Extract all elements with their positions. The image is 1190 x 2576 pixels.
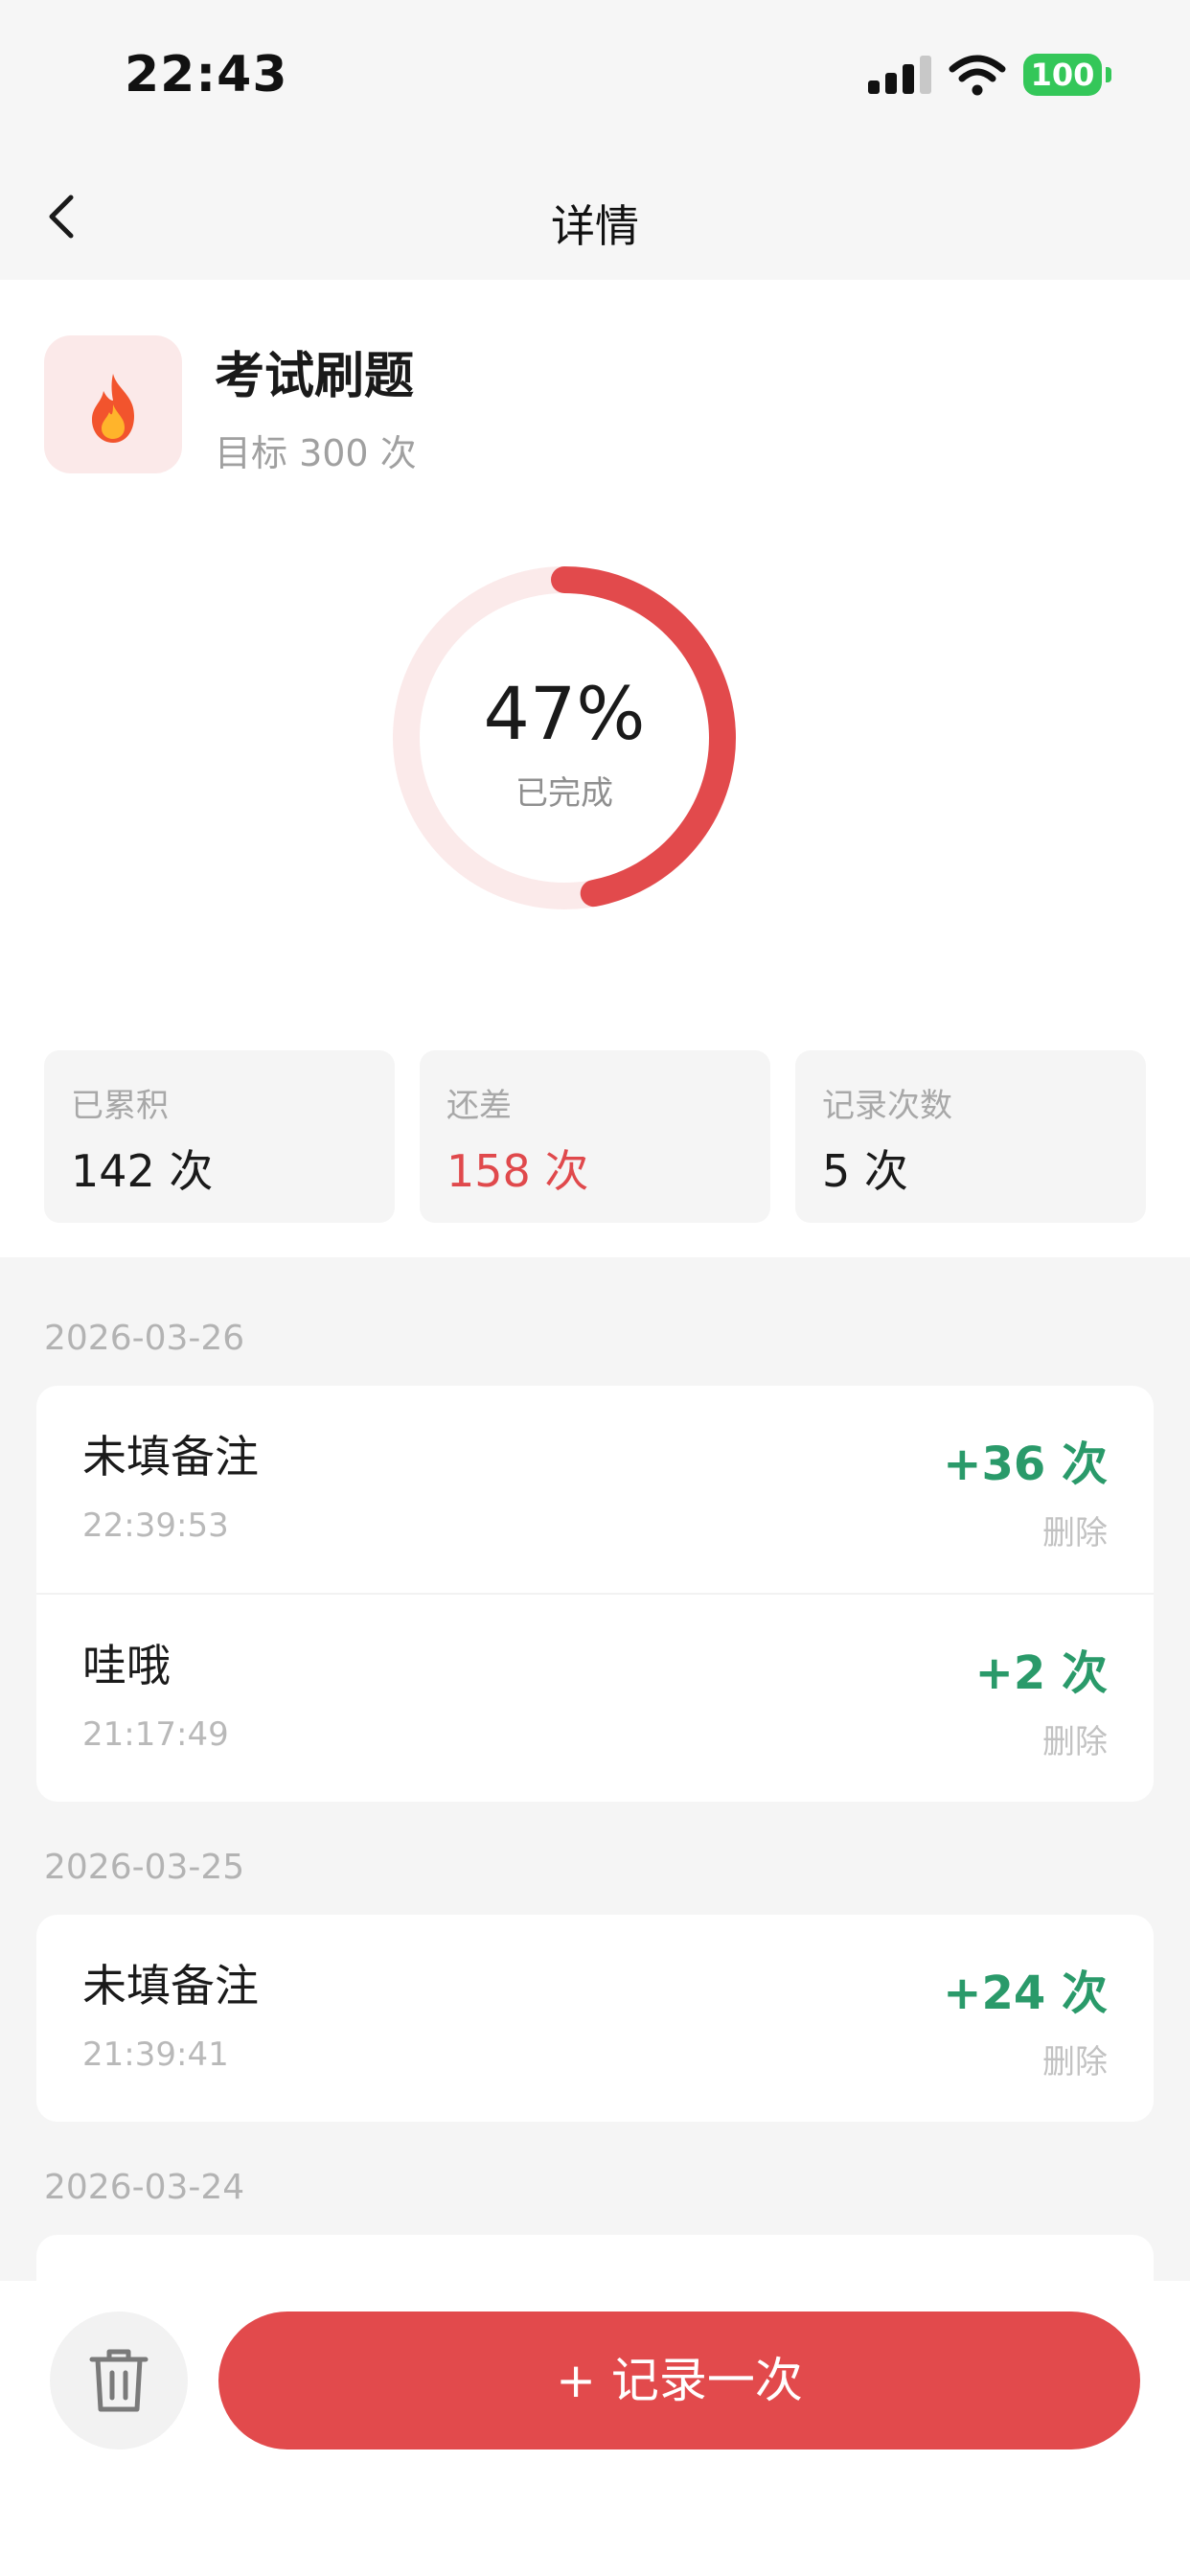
battery-icon: 100 xyxy=(1023,54,1111,96)
bottom-action-bar: + 记录一次 xyxy=(0,2281,1190,2576)
delete-button[interactable]: 删除 xyxy=(1042,2036,1108,2082)
page-title: 详情 xyxy=(551,200,639,252)
habit-summary: 考试刷题 目标 300 次 47% 已完成 已累积 142 次 还差 158 次… xyxy=(0,280,1190,1257)
stat-label: 记录次数 xyxy=(822,1087,952,1125)
battery-level: 100 xyxy=(1023,54,1102,96)
date-header: 2026-03-26 xyxy=(44,1319,245,1358)
habit-target: 目标 300 次 xyxy=(215,432,417,474)
record-item: 哇哦 21:17:49 +2 次 删除 xyxy=(36,1593,1154,1802)
record-amount: +36 次 xyxy=(943,1438,1108,1491)
stat-accumulated: 已累积 142 次 xyxy=(44,1050,395,1223)
date-header: 2026-03-24 xyxy=(44,2168,245,2207)
date-header: 2026-03-25 xyxy=(44,1848,245,1887)
wifi-icon xyxy=(949,55,1006,96)
delete-button[interactable]: 删除 xyxy=(1042,1506,1108,1553)
record-item: 未填备注 22:39:53 +36 次 删除 xyxy=(36,1386,1154,1593)
stat-label: 还差 xyxy=(446,1087,512,1125)
stat-label: 已累积 xyxy=(71,1087,169,1125)
nav-bar: 详情 xyxy=(0,153,1190,280)
record-note: 未填备注 xyxy=(82,1960,259,2012)
progress-ring: 47% 已完成 xyxy=(392,565,737,910)
stat-record-count: 记录次数 5 次 xyxy=(795,1050,1146,1223)
delete-button[interactable]: 删除 xyxy=(1042,1715,1108,1762)
progress-percent: 47% xyxy=(483,671,646,756)
record-amount: +24 次 xyxy=(943,1966,1108,2020)
habit-title: 考试刷题 xyxy=(215,348,415,405)
record-once-button[interactable]: + 记录一次 xyxy=(218,2312,1140,2450)
record-item: 未填备注 21:39:41 +24 次 删除 xyxy=(36,1915,1154,2122)
record-amount: +2 次 xyxy=(974,1646,1108,1700)
record-group: 未填备注 21:39:41 +24 次 删除 xyxy=(36,1915,1154,2122)
trash-button[interactable] xyxy=(50,2312,188,2450)
record-time: 22:39:53 xyxy=(82,1506,229,1545)
stat-value: 142 次 xyxy=(71,1145,214,1197)
signal-icon xyxy=(868,56,931,94)
stat-remaining: 还差 158 次 xyxy=(420,1050,770,1223)
stat-value: 158 次 xyxy=(446,1145,589,1197)
fire-icon xyxy=(44,335,182,473)
record-note: 哇哦 xyxy=(82,1640,171,1691)
record-group: 未填备注 22:39:53 +36 次 删除 哇哦 21:17:49 +2 次 … xyxy=(36,1386,1154,1802)
record-note: 未填备注 xyxy=(82,1431,259,1483)
progress-label: 已完成 xyxy=(515,774,613,813)
status-time: 22:43 xyxy=(125,46,288,104)
record-time: 21:17:49 xyxy=(82,1715,229,1754)
status-bar: 22:43 100 xyxy=(0,0,1190,153)
record-time: 21:39:41 xyxy=(82,2036,229,2074)
trash-icon xyxy=(89,2349,149,2412)
stat-value: 5 次 xyxy=(822,1145,908,1197)
